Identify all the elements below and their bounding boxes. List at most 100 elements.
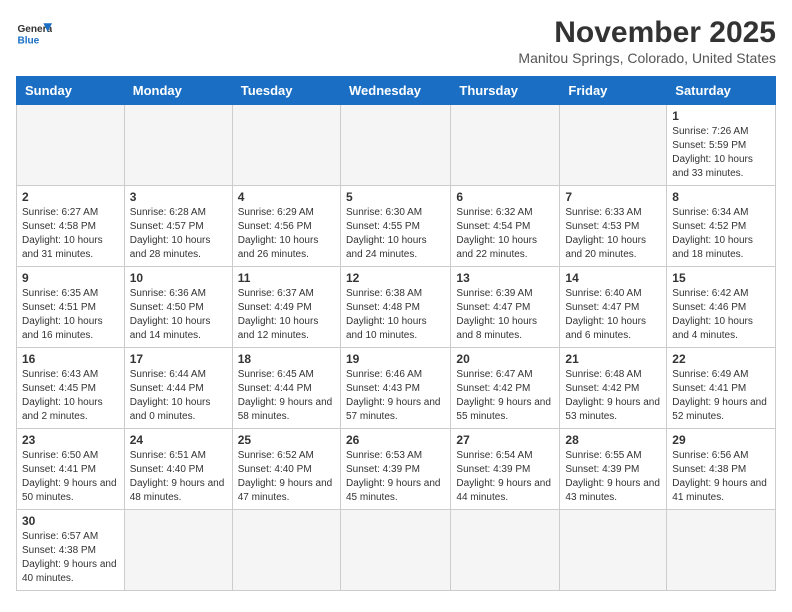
calendar-day-cell: 14 Sunrise: 6:40 AM Sunset: 4:47 PM Dayli… xyxy=(560,267,667,348)
day-info: Sunrise: 6:43 AM Sunset: 4:45 PM Dayligh… xyxy=(22,368,119,424)
day-number: 15 xyxy=(672,271,770,285)
calendar-day-cell xyxy=(340,105,450,186)
month-title: November 2025 xyxy=(518,16,776,50)
day-info: Sunrise: 6:33 AM Sunset: 4:53 PM Dayligh… xyxy=(565,206,661,262)
logo-icon: General Blue xyxy=(16,16,52,52)
day-info: Sunrise: 6:49 AM Sunset: 4:41 PM Dayligh… xyxy=(672,368,770,424)
calendar-day-cell xyxy=(667,510,776,591)
day-info: Sunrise: 6:34 AM Sunset: 4:52 PM Dayligh… xyxy=(672,206,770,262)
day-info: Sunrise: 6:54 AM Sunset: 4:39 PM Dayligh… xyxy=(456,449,554,505)
calendar-day-cell: 6Sunrise: 6:32 AM Sunset: 4:54 PM Daylig… xyxy=(451,186,560,267)
calendar-day-cell: 10Sunrise: 6:36 AM Sunset: 4:50 PM Dayli… xyxy=(124,267,232,348)
calendar-day-cell xyxy=(124,510,232,591)
day-info: Sunrise: 6:47 AM Sunset: 4:42 PM Dayligh… xyxy=(456,368,554,424)
logo: General Blue xyxy=(16,16,52,52)
calendar-day-cell: 15 Sunrise: 6:42 AM Sunset: 4:46 PM Dayli… xyxy=(667,267,776,348)
calendar-day-cell: 16 Sunrise: 6:43 AM Sunset: 4:45 PM Dayli… xyxy=(17,348,125,429)
day-info: Sunrise: 6:44 AM Sunset: 4:44 PM Dayligh… xyxy=(130,368,227,424)
day-info: Sunrise: 6:35 AM Sunset: 4:51 PM Dayligh… xyxy=(22,287,119,343)
calendar-day-cell: 9 Sunrise: 6:35 AM Sunset: 4:51 PM Daylig… xyxy=(17,267,125,348)
calendar-day-cell: 28Sunrise: 6:55 AM Sunset: 4:39 PM Dayli… xyxy=(560,429,667,510)
day-info: Sunrise: 6:28 AM Sunset: 4:57 PM Dayligh… xyxy=(130,206,227,262)
calendar-day-cell: 8 Sunrise: 6:34 AM Sunset: 4:52 PM Daylig… xyxy=(667,186,776,267)
calendar-day-cell: 18Sunrise: 6:45 AM Sunset: 4:44 PM Dayli… xyxy=(232,348,340,429)
day-number: 27 xyxy=(456,433,554,447)
calendar-day-cell: 3 Sunrise: 6:28 AM Sunset: 4:57 PM Daylig… xyxy=(124,186,232,267)
title-area: November 2025 Manitou Springs, Colorado,… xyxy=(518,16,776,66)
day-info: Sunrise: 6:32 AM Sunset: 4:54 PM Dayligh… xyxy=(456,206,554,262)
day-number: 14 xyxy=(565,271,661,285)
calendar-day-cell: 25Sunrise: 6:52 AM Sunset: 4:40 PM Dayli… xyxy=(232,429,340,510)
column-header-thursday: Thursday xyxy=(451,77,560,105)
calendar-day-cell: 2Sunrise: 6:27 AM Sunset: 4:58 PM Daylig… xyxy=(17,186,125,267)
calendar-week-row: 9 Sunrise: 6:35 AM Sunset: 4:51 PM Daylig… xyxy=(17,267,776,348)
column-header-saturday: Saturday xyxy=(667,77,776,105)
day-info: Sunrise: 6:40 AM Sunset: 4:47 PM Dayligh… xyxy=(565,287,661,343)
day-number: 30 xyxy=(22,514,119,528)
day-number: 5 xyxy=(346,190,445,204)
day-info: Sunrise: 6:30 AM Sunset: 4:55 PM Dayligh… xyxy=(346,206,445,262)
page-header: General Blue November 2025 Manitou Sprin… xyxy=(16,16,776,66)
column-header-sunday: Sunday xyxy=(17,77,125,105)
day-number: 29 xyxy=(672,433,770,447)
day-number: 22 xyxy=(672,352,770,366)
day-info: Sunrise: 6:56 AM Sunset: 4:38 PM Dayligh… xyxy=(672,449,770,505)
day-info: Sunrise: 6:45 AM Sunset: 4:44 PM Dayligh… xyxy=(238,368,335,424)
calendar-header-row: SundayMondayTuesdayWednesdayThursdayFrid… xyxy=(17,77,776,105)
day-number: 3 xyxy=(130,190,227,204)
day-info: Sunrise: 7:26 AM Sunset: 5:59 PM Dayligh… xyxy=(672,125,770,181)
calendar-day-cell: 12Sunrise: 6:38 AM Sunset: 4:48 PM Dayli… xyxy=(340,267,450,348)
day-number: 17 xyxy=(130,352,227,366)
calendar-day-cell xyxy=(451,510,560,591)
calendar-day-cell xyxy=(232,510,340,591)
day-info: Sunrise: 6:50 AM Sunset: 4:41 PM Dayligh… xyxy=(22,449,119,505)
svg-text:Blue: Blue xyxy=(17,35,39,46)
calendar-day-cell: 7 Sunrise: 6:33 AM Sunset: 4:53 PM Daylig… xyxy=(560,186,667,267)
day-info: Sunrise: 6:38 AM Sunset: 4:48 PM Dayligh… xyxy=(346,287,445,343)
calendar-day-cell: 30 Sunrise: 6:57 AM Sunset: 4:38 PM Dayli… xyxy=(17,510,125,591)
day-number: 21 xyxy=(565,352,661,366)
day-info: Sunrise: 6:36 AM Sunset: 4:50 PM Dayligh… xyxy=(130,287,227,343)
calendar-day-cell: 29 Sunrise: 6:56 AM Sunset: 4:38 PM Dayli… xyxy=(667,429,776,510)
day-number: 16 xyxy=(22,352,119,366)
calendar-day-cell: 13 Sunrise: 6:39 AM Sunset: 4:47 PM Dayli… xyxy=(451,267,560,348)
calendar-day-cell: 26Sunrise: 6:53 AM Sunset: 4:39 PM Dayli… xyxy=(340,429,450,510)
day-number: 13 xyxy=(456,271,554,285)
calendar-day-cell: 21Sunrise: 6:48 AM Sunset: 4:42 PM Dayli… xyxy=(560,348,667,429)
day-info: Sunrise: 6:39 AM Sunset: 4:47 PM Dayligh… xyxy=(456,287,554,343)
calendar-day-cell xyxy=(124,105,232,186)
day-info: Sunrise: 6:57 AM Sunset: 4:38 PM Dayligh… xyxy=(22,530,119,586)
day-info: Sunrise: 6:29 AM Sunset: 4:56 PM Dayligh… xyxy=(238,206,335,262)
day-number: 23 xyxy=(22,433,119,447)
day-number: 7 xyxy=(565,190,661,204)
calendar-day-cell: 11Sunrise: 6:37 AM Sunset: 4:49 PM Dayli… xyxy=(232,267,340,348)
calendar-day-cell: 24 Sunrise: 6:51 AM Sunset: 4:40 PM Dayli… xyxy=(124,429,232,510)
column-header-monday: Monday xyxy=(124,77,232,105)
day-number: 26 xyxy=(346,433,445,447)
day-number: 19 xyxy=(346,352,445,366)
day-number: 8 xyxy=(672,190,770,204)
day-number: 4 xyxy=(238,190,335,204)
calendar-day-cell xyxy=(560,510,667,591)
calendar-day-cell: 5 Sunrise: 6:30 AM Sunset: 4:55 PM Daylig… xyxy=(340,186,450,267)
day-number: 9 xyxy=(22,271,119,285)
calendar-day-cell: 27 Sunrise: 6:54 AM Sunset: 4:39 PM Dayli… xyxy=(451,429,560,510)
calendar-day-cell xyxy=(232,105,340,186)
day-info: Sunrise: 6:27 AM Sunset: 4:58 PM Dayligh… xyxy=(22,206,119,262)
day-number: 1 xyxy=(672,109,770,123)
day-info: Sunrise: 6:42 AM Sunset: 4:46 PM Dayligh… xyxy=(672,287,770,343)
calendar-table: SundayMondayTuesdayWednesdayThursdayFrid… xyxy=(16,76,776,591)
calendar-day-cell: 22 Sunrise: 6:49 AM Sunset: 4:41 PM Dayli… xyxy=(667,348,776,429)
day-info: Sunrise: 6:51 AM Sunset: 4:40 PM Dayligh… xyxy=(130,449,227,505)
calendar-day-cell: 4 Sunrise: 6:29 AM Sunset: 4:56 PM Daylig… xyxy=(232,186,340,267)
calendar-day-cell xyxy=(451,105,560,186)
calendar-day-cell xyxy=(17,105,125,186)
calendar-day-cell xyxy=(340,510,450,591)
day-number: 20 xyxy=(456,352,554,366)
day-info: Sunrise: 6:37 AM Sunset: 4:49 PM Dayligh… xyxy=(238,287,335,343)
column-header-friday: Friday xyxy=(560,77,667,105)
day-number: 24 xyxy=(130,433,227,447)
calendar-week-row: 2Sunrise: 6:27 AM Sunset: 4:58 PM Daylig… xyxy=(17,186,776,267)
calendar-day-cell: 1 Sunrise: 7:26 AM Sunset: 5:59 PM Daylig… xyxy=(667,105,776,186)
column-header-wednesday: Wednesday xyxy=(340,77,450,105)
